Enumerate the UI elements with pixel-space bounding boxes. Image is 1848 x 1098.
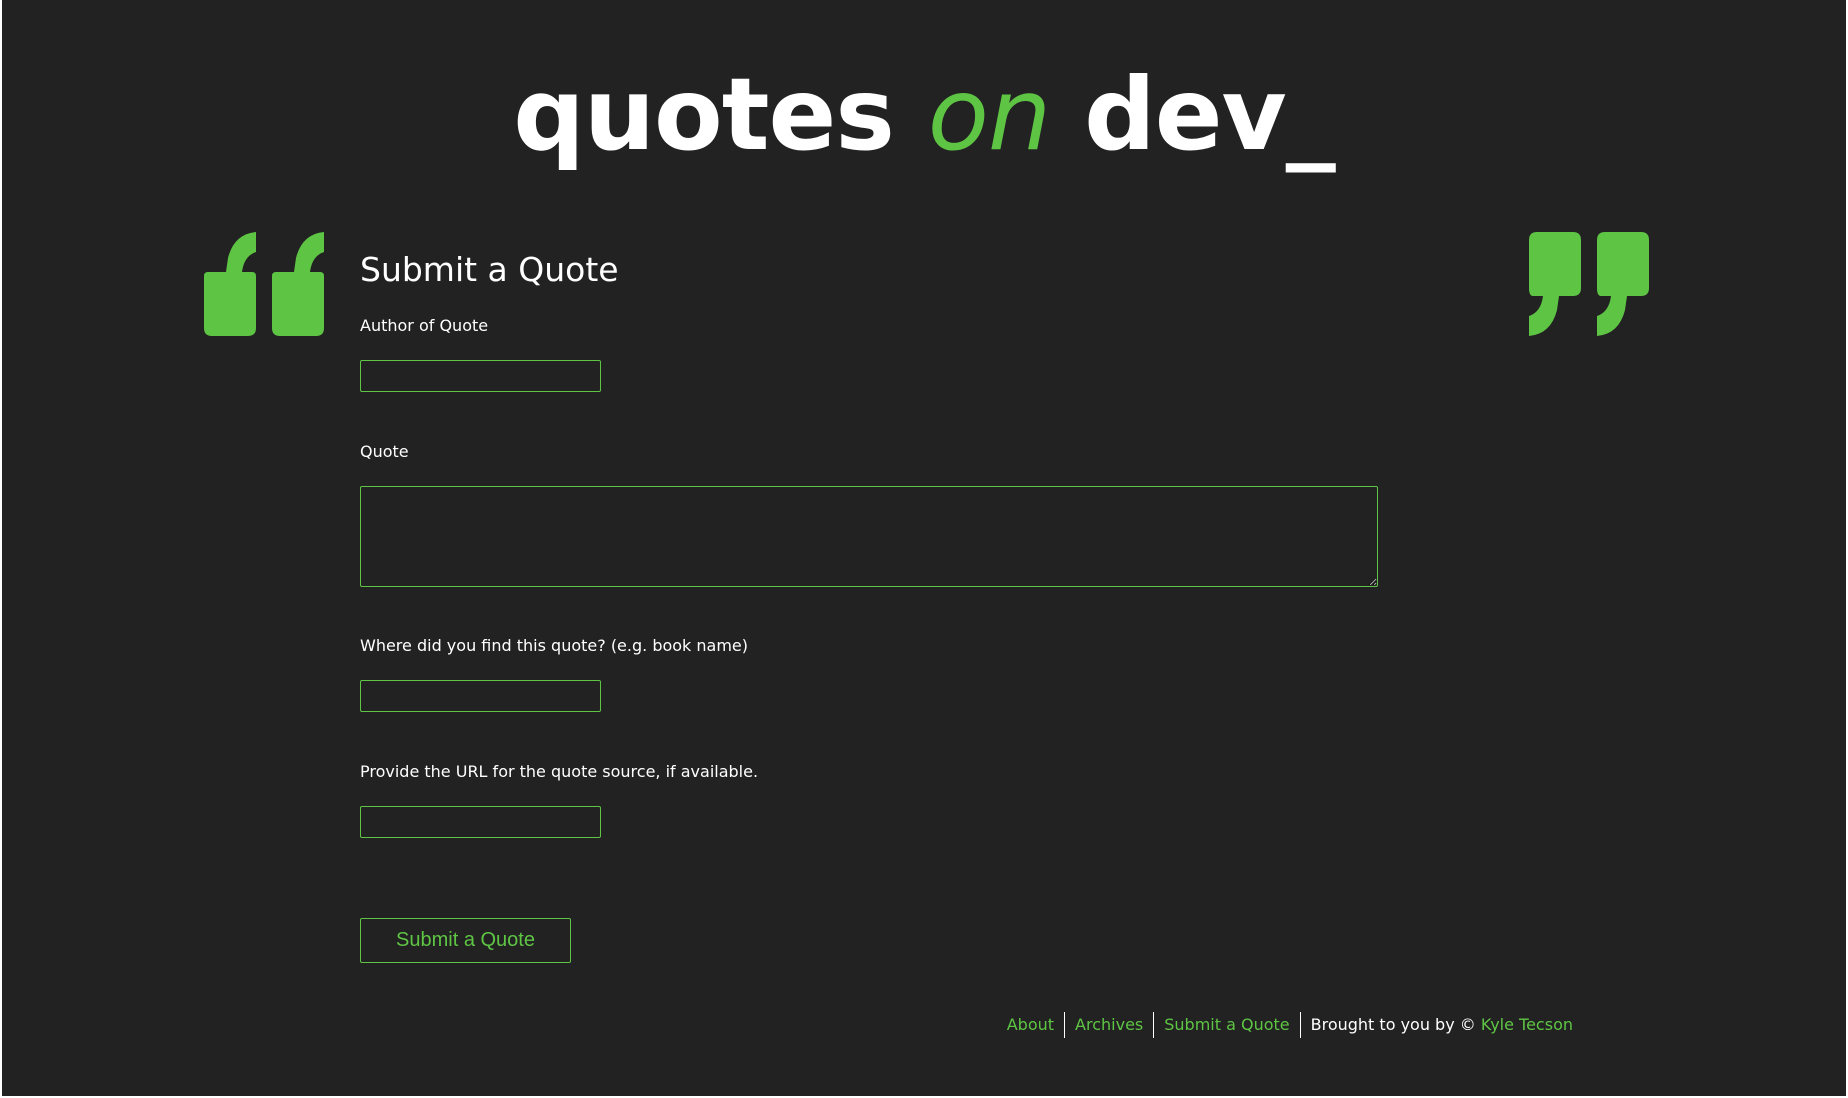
footer-divider: [1299, 1012, 1301, 1038]
logo-text-dev: dev_: [1084, 56, 1336, 173]
footer-link-author[interactable]: Kyle Tecson: [1481, 1012, 1573, 1038]
source-label: Where did you find this quote? (e.g. boo…: [360, 636, 749, 655]
quote-textarea[interactable]: [360, 486, 1378, 587]
footer-link-about[interactable]: About: [1007, 1012, 1054, 1038]
author-input[interactable]: [360, 360, 601, 392]
footer-credit-text: Brought to you by ©: [1310, 1015, 1476, 1034]
logo-text-on: on: [927, 56, 1052, 173]
logo-text-quotes: quotes: [513, 56, 895, 173]
footer-divider: [1153, 1012, 1155, 1038]
author-label: Author of Quote: [360, 316, 489, 335]
form-title: Submit a Quote: [360, 250, 619, 289]
footer-link-archives[interactable]: Archives: [1075, 1012, 1143, 1038]
open-quote-icon: [204, 232, 324, 336]
close-quote-icon: [1529, 232, 1649, 336]
url-input[interactable]: [360, 806, 601, 838]
footer: About Archives Submit a Quote Brought to…: [1007, 1012, 1573, 1038]
source-input[interactable]: [360, 680, 601, 712]
site-logo[interactable]: quotes on dev_: [2, 50, 1846, 180]
page: quotes on dev_ Submit a Quote Author of …: [2, 0, 1846, 1096]
submit-quote-button[interactable]: Submit a Quote: [360, 918, 571, 963]
footer-link-submit-quote[interactable]: Submit a Quote: [1164, 1012, 1289, 1038]
quote-label: Quote: [360, 442, 409, 461]
footer-divider: [1064, 1012, 1066, 1038]
url-label: Provide the URL for the quote source, if…: [360, 762, 759, 781]
